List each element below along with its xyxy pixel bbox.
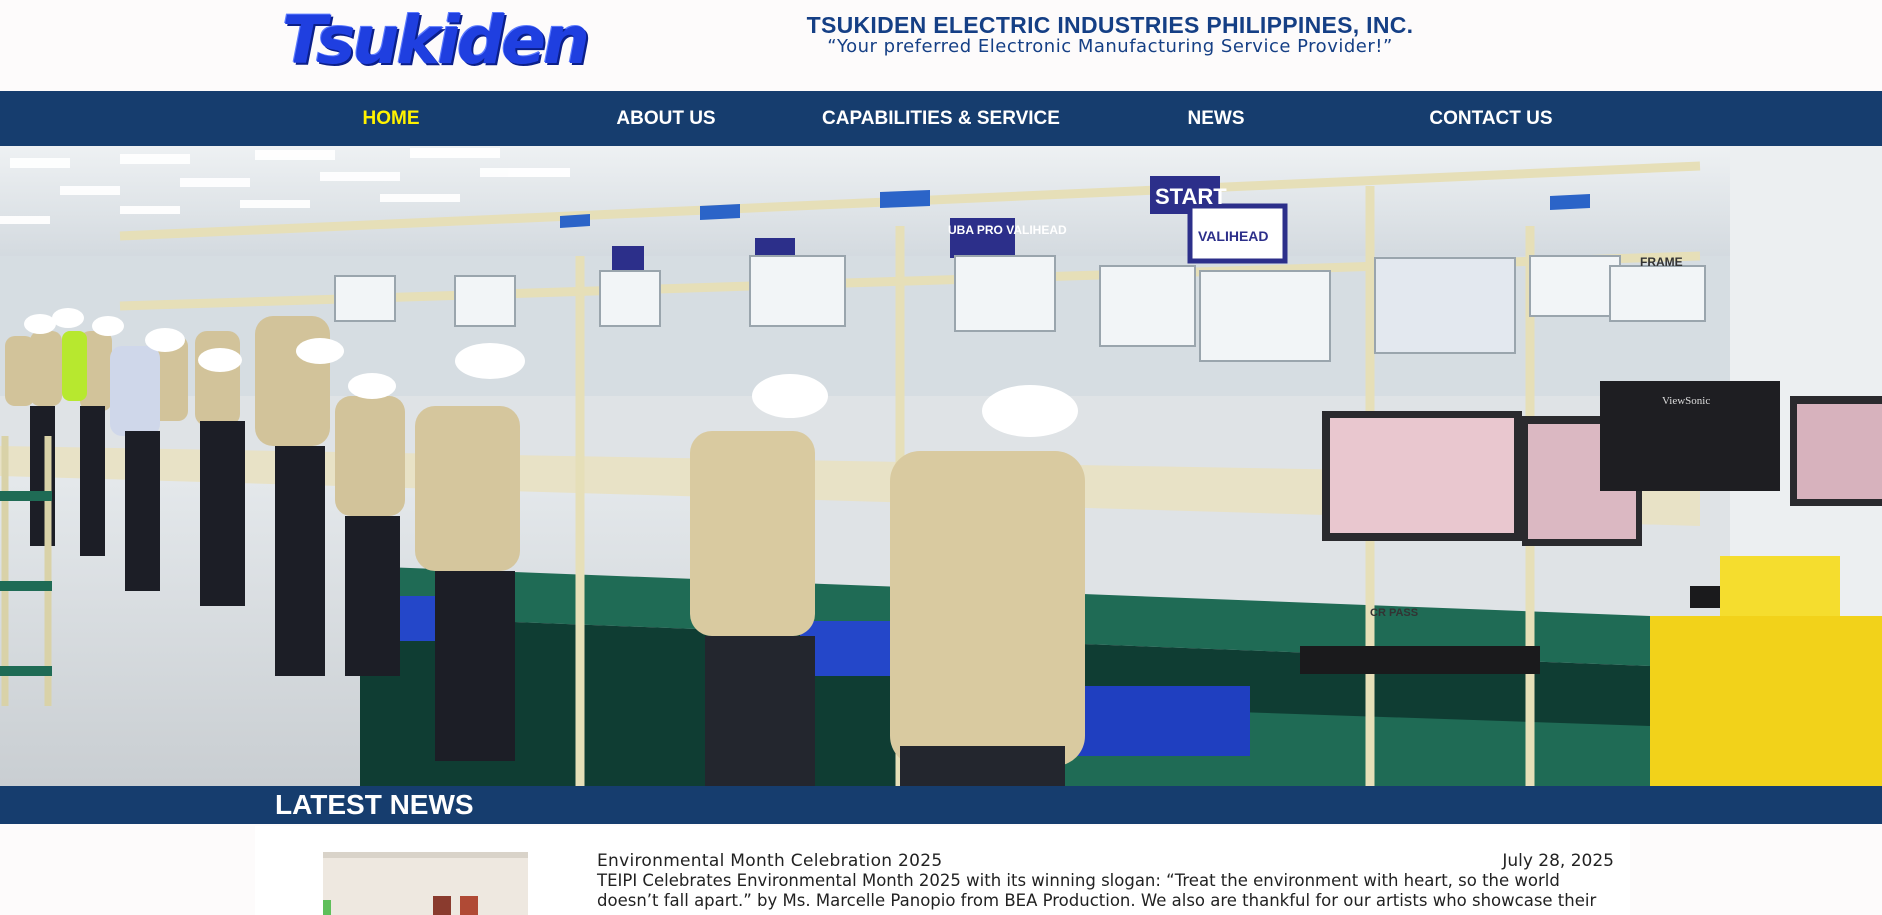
factory-floor-illustration: START UBA PRO VALIHEAD VALIHEAD FRAME CR… — [0, 146, 1882, 786]
nav-capabilities-service[interactable]: CAPABILITIES & SERVICE — [811, 91, 1071, 146]
nav-home[interactable]: HOME — [311, 91, 471, 146]
hero-sign-cr-pass: CR PASS — [1370, 607, 1418, 619]
company-name: TSUKIDEN ELECTRIC INDUSTRIES PHILIPPINES… — [806, 12, 1414, 38]
hero-sign-frame: FRAME — [1640, 255, 1683, 269]
hero-factory-photo: START UBA PRO VALIHEAD VALIHEAD FRAME CR… — [0, 146, 1882, 786]
latest-news-heading: LATEST NEWS — [275, 789, 474, 820]
hero-sign-start: START — [1155, 184, 1227, 209]
company-slogan: “Your preferred Electronic Manufacturing… — [827, 36, 1393, 57]
nav-contact-us[interactable]: CONTACT US — [1391, 91, 1591, 146]
news-thumbnail[interactable] — [323, 852, 528, 915]
hero-sign-viewsonic: ViewSonic — [1662, 395, 1710, 407]
latest-news-bar: LATEST NEWS — [0, 786, 1882, 824]
tsukiden-logo[interactable]: Tsukiden — [282, 6, 594, 76]
site-header: Tsukiden TSUKIDEN ELECTRIC INDUSTRIES PH… — [0, 0, 1882, 91]
news-item-title[interactable]: Environmental Month Celebration 2025 — [597, 851, 943, 871]
news-item-excerpt: TEIPI Celebrates Environmental Month 202… — [597, 871, 1597, 910]
main-navigation: HOME ABOUT US CAPABILITIES & SERVICE NEW… — [0, 91, 1882, 146]
nav-about-us[interactable]: ABOUT US — [586, 91, 746, 146]
hero-sign-uba-pro-valihead: UBA PRO VALIHEAD — [948, 223, 1067, 237]
news-thumbnail-image — [323, 852, 528, 915]
hero-sign-valihead: VALIHEAD — [1198, 228, 1269, 244]
nav-news[interactable]: NEWS — [1136, 91, 1296, 146]
news-item-date: July 28, 2025 — [1502, 851, 1614, 871]
